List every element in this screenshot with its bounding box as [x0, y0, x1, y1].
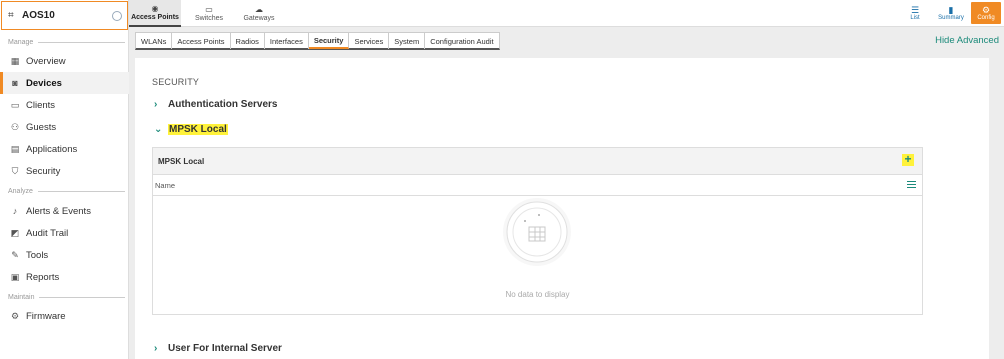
subtab-configuration-audit[interactable]: Configuration Audit [425, 33, 498, 49]
switch-icon: ▭ [205, 5, 213, 14]
subtab-access-points[interactable]: Access Points [172, 33, 231, 49]
sidebar-item-security[interactable]: ⛉ Security [0, 160, 129, 182]
tab-switches[interactable]: ▭ Switches [183, 0, 235, 27]
table-title: MPSK Local [158, 156, 205, 166]
view-tab-summary[interactable]: ▮ Summary [932, 2, 970, 24]
sidebar-item-label: Security [26, 165, 61, 177]
subtab-services[interactable]: Services [349, 33, 390, 49]
bar-chart-icon: ▮ [948, 5, 954, 15]
column-header-name[interactable]: Name [155, 181, 175, 190]
sidebar-item-audit-trail[interactable]: ◩ Audit Trail [0, 222, 129, 244]
tab-label: Access Points [131, 14, 179, 21]
gear-icon: ⚙ [10, 310, 20, 321]
tab-gateways[interactable]: ☁ Gateways [233, 0, 285, 27]
sidebar-item-label: Devices [26, 77, 62, 89]
section-title: SECURITY [152, 77, 200, 87]
empty-table-icon [503, 198, 571, 266]
sidebar-item-label: Tools [26, 249, 49, 261]
subtab-security[interactable]: Security [308, 33, 350, 49]
accordion-user-for-internal-server[interactable]: › User For Internal Server [154, 341, 282, 355]
subtab-interfaces[interactable]: Interfaces [265, 33, 309, 49]
shield-icon: ⛉ [11, 165, 19, 176]
view-tab-config[interactable]: ⚙ Config [971, 2, 1001, 24]
view-tab-label: Summary [938, 15, 964, 21]
subtab-radios[interactable]: Radios [231, 33, 265, 49]
access-point-icon: ◉ [151, 4, 159, 13]
chevron-down-icon: ⌄ [154, 123, 163, 135]
table-header: MPSK Local + [153, 148, 922, 175]
audit-icon: ◩ [10, 227, 20, 238]
subtab-wlans[interactable]: WLANs [136, 33, 173, 49]
guests-icon: ⚇ [10, 121, 20, 132]
tab-label: Switches [194, 15, 223, 22]
wrench-icon: ✎ [11, 249, 19, 260]
sidebar-item-label: Guests [26, 121, 57, 133]
tab-access-points[interactable]: ◉ Access Points [129, 0, 181, 27]
sidebar-item-label: Reports [26, 271, 60, 283]
sidebar-item-guests[interactable]: ⚇ Guests [0, 116, 129, 138]
section-label-analyze: Analyze [0, 186, 129, 196]
view-tab-label: Config [977, 15, 995, 21]
sidebar-item-label: Applications [26, 143, 78, 155]
sidebar-item-label: Alerts & Events [26, 205, 91, 217]
tab-label: Gateways [243, 15, 275, 22]
empty-state-text: No data to display [505, 290, 570, 299]
accordion-label: Authentication Servers [168, 98, 278, 110]
sidebar: ⌗ AOS10 Manage ▦ Overview ◙ Devices ▭ Cl… [0, 0, 129, 359]
sidebar-item-applications[interactable]: ▤ Applications [0, 138, 129, 160]
devices-icon: ◙ [12, 78, 18, 88]
sidebar-item-label: Overview [26, 55, 66, 67]
reports-icon: ▣ [10, 271, 20, 282]
column-menu-icon[interactable] [907, 181, 916, 189]
column-header-row: Name [153, 175, 922, 196]
group-name: AOS10 [22, 10, 55, 21]
gateway-icon: ☁ [255, 5, 263, 14]
applications-icon: ▤ [10, 143, 20, 154]
bell-icon: ♪ [12, 206, 18, 216]
sidebar-item-overview[interactable]: ▦ Overview [0, 50, 129, 72]
add-button[interactable]: + [902, 153, 914, 166]
subtab-system[interactable]: System [389, 33, 426, 49]
accordion-mpsk-local[interactable]: ⌄ MPSK Local [154, 122, 228, 136]
sidebar-item-firmware[interactable]: ⚙ Firmware [0, 305, 129, 327]
sidebar-item-label: Firmware [26, 310, 66, 322]
sidebar-item-label: Audit Trail [26, 227, 69, 239]
mpsk-local-table: MPSK Local + Name No data to display [152, 147, 923, 315]
accordion-label: User For Internal Server [168, 342, 282, 354]
section-label-maintain: Maintain [0, 292, 129, 302]
sidebar-item-tools[interactable]: ✎ Tools [0, 244, 129, 266]
accordion-label: MPSK Local [168, 123, 228, 135]
group-selector[interactable]: ⌗ AOS10 [1, 1, 128, 30]
grid-icon: ▦ [10, 55, 20, 66]
chevron-right-icon: › [154, 98, 158, 110]
sidebar-item-clients[interactable]: ▭ Clients [0, 94, 129, 116]
list-icon: ☰ [910, 5, 920, 15]
clients-icon: ▭ [10, 99, 20, 110]
group-icon: ⌗ [8, 9, 14, 21]
view-tab-list[interactable]: ☰ List [901, 2, 929, 24]
config-subtabs: WLANs Access Points Radios Interfaces Se… [135, 32, 500, 50]
gear-icon: ⚙ [981, 5, 991, 15]
sidebar-item-devices[interactable]: ◙ Devices [0, 72, 129, 94]
loading-spinner-icon [112, 11, 122, 21]
scrollbar[interactable] [990, 58, 1004, 359]
sidebar-item-alerts-events[interactable]: ♪ Alerts & Events [0, 200, 129, 222]
hide-advanced-link[interactable]: Hide Advanced [935, 35, 999, 46]
top-bar: ◉ Access Points ▭ Switches ☁ Gateways ☰ … [129, 0, 1004, 27]
view-tab-label: List [910, 15, 920, 21]
sidebar-item-reports[interactable]: ▣ Reports [0, 266, 129, 288]
sidebar-item-label: Clients [26, 99, 56, 111]
chevron-right-icon: › [154, 342, 158, 354]
section-label-manage: Manage [0, 37, 129, 47]
accordion-authentication-servers[interactable]: › Authentication Servers [154, 97, 277, 111]
